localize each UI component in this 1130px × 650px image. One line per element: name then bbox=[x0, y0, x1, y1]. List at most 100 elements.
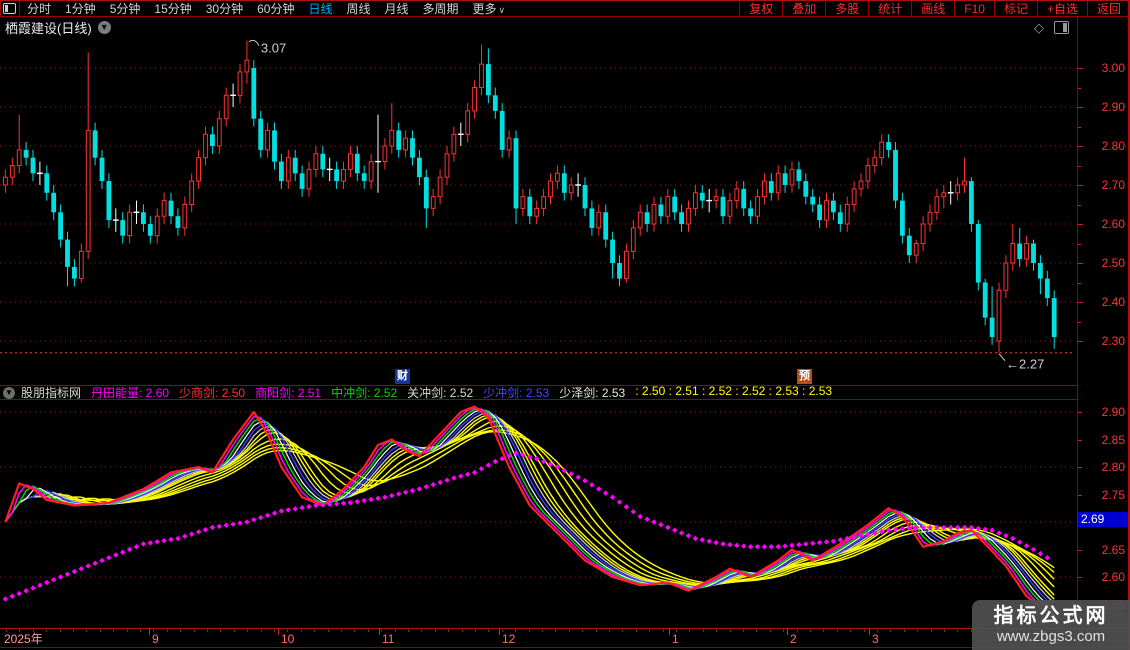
tool-button-返回[interactable]: 返回 bbox=[1087, 1, 1130, 17]
energy-dot bbox=[79, 566, 84, 571]
period-tab-分时[interactable]: 分时 bbox=[27, 0, 51, 17]
time-tick-minor bbox=[716, 628, 717, 632]
energy-dot bbox=[700, 537, 705, 542]
split-view-icon[interactable] bbox=[1054, 21, 1069, 34]
panel-toggle-button[interactable] bbox=[0, 1, 20, 17]
energy-dot bbox=[279, 508, 284, 513]
energy-dot bbox=[624, 504, 629, 509]
time-tick-minor bbox=[596, 628, 597, 632]
time-tick-minor bbox=[328, 628, 329, 632]
time-tick-minor bbox=[46, 628, 47, 632]
event-marker-预[interactable]: 预 bbox=[797, 369, 812, 384]
period-tab-15分钟[interactable]: 15分钟 bbox=[154, 0, 191, 17]
candle-up bbox=[963, 181, 967, 185]
candle-up bbox=[314, 154, 318, 170]
watermark: 指标公式网 www.zbgs3.com bbox=[972, 600, 1130, 650]
main-axis-label: 2.60 bbox=[1102, 218, 1125, 230]
candle-down bbox=[396, 130, 401, 150]
main-candlestick-chart[interactable]: 3.07 ←2.27 bbox=[0, 38, 1077, 386]
candle-up bbox=[852, 189, 856, 205]
candle-down bbox=[141, 212, 146, 224]
candle-down bbox=[590, 208, 595, 228]
time-tick-minor bbox=[341, 628, 342, 632]
energy-dot bbox=[437, 480, 442, 485]
candle-down bbox=[210, 134, 215, 146]
energy-dot bbox=[1045, 555, 1050, 560]
tool-button-复权[interactable]: 复权 bbox=[739, 1, 782, 17]
candle-down bbox=[148, 224, 153, 236]
period-tab-30分钟[interactable]: 30分钟 bbox=[206, 0, 243, 17]
candle-down bbox=[293, 158, 298, 174]
candle-up bbox=[4, 177, 8, 185]
energy-dot bbox=[1017, 539, 1022, 544]
energy-dot bbox=[479, 466, 484, 471]
tool-button-多股[interactable]: 多股 bbox=[825, 1, 868, 17]
candle-up bbox=[535, 208, 539, 216]
energy-dot bbox=[720, 541, 725, 546]
candle-up bbox=[10, 166, 14, 178]
time-tick-minor bbox=[462, 628, 463, 632]
time-tick-minor bbox=[127, 628, 128, 632]
sub-axis-label: 2.80 bbox=[1102, 461, 1125, 473]
energy-dot bbox=[51, 577, 56, 582]
tool-button-标记[interactable]: 标记 bbox=[994, 1, 1037, 17]
period-tab-周线[interactable]: 周线 bbox=[346, 0, 370, 17]
tool-button-+自选[interactable]: +自选 bbox=[1037, 1, 1087, 17]
candle-up bbox=[542, 197, 546, 209]
energy-dot bbox=[65, 572, 70, 577]
candle-down bbox=[1017, 244, 1022, 260]
candle-up bbox=[1011, 244, 1015, 264]
indicator-sub-chart[interactable] bbox=[0, 400, 1077, 628]
candle-up bbox=[197, 158, 201, 181]
main-axis-label: 2.30 bbox=[1102, 335, 1125, 347]
more-menu[interactable]: 更多∨ bbox=[473, 0, 506, 17]
time-tick-minor bbox=[207, 628, 208, 632]
candle-up bbox=[921, 224, 925, 244]
period-tab-月线[interactable]: 月线 bbox=[385, 0, 409, 17]
event-marker-财[interactable]: 财 bbox=[395, 369, 410, 384]
main-axis-label: 2.80 bbox=[1102, 140, 1125, 152]
candle-up bbox=[597, 212, 601, 228]
high-annotation: 3.07 bbox=[261, 41, 286, 56]
indicator-label-row: ▼ 股朋指标网丹田能量: 2.60少商剑: 2.50商阳剑: 2.51中冲剑: … bbox=[0, 386, 1077, 399]
candle-up bbox=[17, 150, 21, 166]
title-dropdown-icon[interactable]: ▼ bbox=[98, 21, 111, 34]
energy-dot bbox=[382, 495, 387, 500]
period-tab-5分钟[interactable]: 5分钟 bbox=[110, 0, 141, 17]
energy-dot bbox=[831, 539, 836, 544]
time-tick-minor bbox=[850, 628, 851, 632]
energy-dot bbox=[776, 544, 781, 549]
candle-up bbox=[687, 208, 691, 224]
tool-button-统计[interactable]: 统计 bbox=[868, 1, 911, 17]
time-tick-minor bbox=[408, 628, 409, 632]
main-axis-label: 2.90 bbox=[1102, 101, 1125, 113]
toolbar-left-border bbox=[0, 0, 1, 17]
candle-up bbox=[217, 119, 221, 146]
energy-dot bbox=[1010, 536, 1015, 541]
time-tick-minor bbox=[86, 628, 87, 632]
tool-button-画线[interactable]: 画线 bbox=[911, 1, 954, 17]
low-annotation: ←2.27 bbox=[1006, 357, 1044, 372]
candle-down bbox=[500, 111, 505, 150]
candle-down bbox=[831, 201, 836, 213]
candle-down bbox=[72, 267, 77, 279]
time-tick-minor bbox=[194, 628, 195, 632]
time-tick-minor bbox=[234, 628, 235, 632]
period-tab-1分钟[interactable]: 1分钟 bbox=[65, 0, 96, 17]
period-tab-日线[interactable]: 日线 bbox=[308, 0, 332, 17]
diamond-icon[interactable]: ◇ bbox=[1034, 20, 1044, 36]
indicator-dropdown-icon[interactable]: ▼ bbox=[3, 387, 15, 399]
candle-up bbox=[714, 197, 718, 201]
time-label-11: 11 bbox=[382, 632, 394, 646]
time-tick-minor bbox=[917, 628, 918, 632]
period-tab-多周期[interactable]: 多周期 bbox=[423, 0, 459, 17]
tool-button-F10[interactable]: F10 bbox=[954, 1, 994, 17]
energy-dot bbox=[196, 529, 201, 534]
tool-button-叠加[interactable]: 叠加 bbox=[782, 1, 825, 17]
candle-down bbox=[969, 181, 974, 224]
period-tab-60分钟[interactable]: 60分钟 bbox=[257, 0, 294, 17]
candle-down bbox=[24, 150, 29, 158]
time-tick-minor bbox=[60, 628, 61, 632]
candle-up bbox=[866, 166, 870, 182]
candle-down bbox=[700, 193, 705, 201]
